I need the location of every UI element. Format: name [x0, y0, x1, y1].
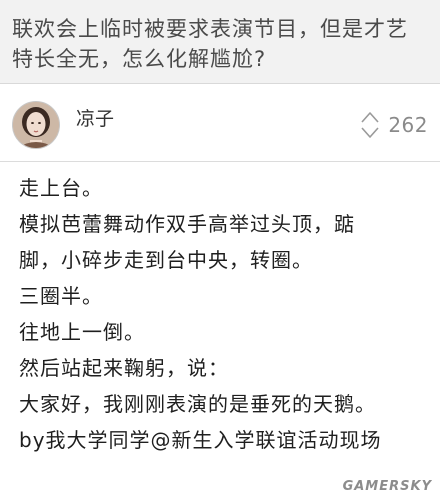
answer-line: 模拟芭蕾舞动作双手高举过头顶，踮 [19, 212, 355, 236]
question-header: 联欢会上临时被要求表演节目，但是才艺 特长全无，怎么化解尴尬? [0, 0, 440, 84]
question-title-line-1: 联欢会上临时被要求表演节目，但是才艺 [12, 17, 408, 41]
vote-count: 262 [388, 113, 428, 137]
answer-line: 然后站起来鞠躬，说： [19, 356, 229, 380]
avatar[interactable] [12, 101, 60, 149]
vote-widget[interactable]: 262 [360, 108, 428, 142]
author-name[interactable]: 凉子 [76, 104, 114, 131]
answer-line: 走上台。 [19, 176, 103, 200]
answer-line: by我大学同学@新生入学联谊活动现场 [19, 428, 382, 452]
answer-line: 大家好，我刚刚表演的是垂死的天鹅。 [19, 392, 376, 416]
answer-line: 三圈半。 [19, 284, 103, 308]
question-title[interactable]: 联欢会上临时被要求表演节目，但是才艺 特长全无，怎么化解尴尬? [12, 14, 428, 74]
portrait-avatar-icon [13, 102, 59, 148]
answer-line: 脚，小碎步走到台中央，转圈。 [19, 248, 313, 272]
author-bar: 凉子 262 [0, 84, 440, 162]
up-down-vote-icon[interactable] [360, 111, 380, 139]
question-title-line-2: 特长全无，怎么化解尴尬? [12, 47, 267, 71]
watermark: GAMERSKY [342, 479, 432, 494]
answer-body: 走上台。 模拟芭蕾舞动作双手高举过头顶，踮 脚，小碎步走到台中央，转圈。 三圈半… [19, 170, 434, 458]
answer-line: 往地上一倒。 [19, 320, 145, 344]
